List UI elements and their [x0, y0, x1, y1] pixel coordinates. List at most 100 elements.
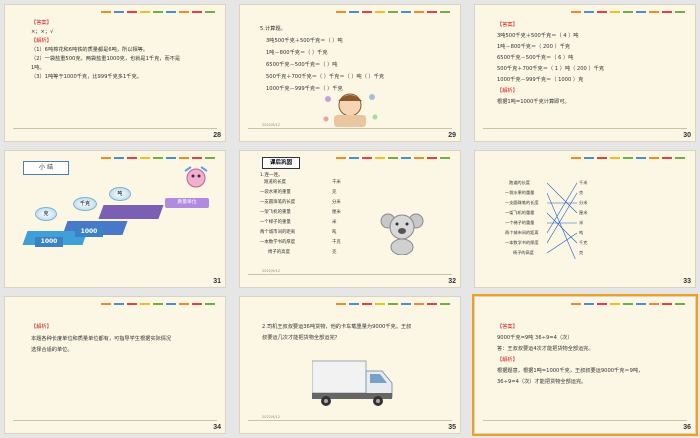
text-line: 1吨－800千克＝（ 200 ）千克 — [497, 44, 571, 50]
slide-number: 30 — [683, 132, 691, 139]
slide-thumbnail-28[interactable]: 【答案】 ×；×；√ 【解析】 （1）6吨棉花和6吨铁的质量都是6吨，所以相等。… — [4, 4, 226, 142]
text-line: 答：王叔叔要运4次才能把货物全部运完。 — [497, 346, 594, 352]
match-unit: 分米 — [332, 200, 341, 205]
match-item: 一架飞机的重量 — [505, 210, 535, 215]
footer-divider — [13, 128, 217, 129]
text-line: 6500千克－500千克＝（ ）吨 — [266, 62, 338, 68]
header-stripes — [336, 303, 450, 305]
match-item: 一个梯子的重量 — [505, 220, 535, 225]
unit-label-ton: 吨 — [109, 187, 131, 201]
text-line: 1000千克－999千克＝（ 1000 ）克 — [497, 77, 584, 83]
slide-thumbnail-33[interactable]: 跑道的长度 一袋水果的重量 一支圆珠笔的长度 一架飞机的重量 一个梯子的重量 两… — [474, 150, 696, 288]
slide-number: 31 — [213, 278, 221, 285]
match-unit: 米 — [579, 220, 584, 225]
match-unit: 千米 — [332, 180, 341, 185]
purple-step — [98, 205, 164, 219]
text-line: 根据1吨=1000千克计算即可。 — [497, 99, 570, 105]
homework-header: 课后巩固 — [262, 157, 300, 169]
text-line: （3）1吨等于1000千克，比999千克多1千克。 — [31, 74, 142, 80]
slide-number: 33 — [683, 278, 691, 285]
match-item: 一袋水果的重量 — [260, 190, 291, 195]
footer-divider — [483, 420, 687, 421]
slide-number: 28 — [213, 132, 221, 139]
text-line: 500千克＋700千克＝（ 1 ）吨（ 200 ）千克 — [497, 66, 605, 72]
slide-thumbnail-36[interactable]: 【答案】 9000千克=9吨 36÷9=4（次） 答：王叔叔要运4次才能把货物全… — [472, 294, 698, 436]
match-item: 一本数学书的厚度 — [505, 240, 539, 245]
match-unit: 克 — [579, 250, 584, 255]
slide-number: 32 — [448, 278, 456, 285]
header-stripes — [336, 11, 450, 13]
slide-number: 34 — [213, 424, 221, 431]
footer-divider — [13, 420, 217, 421]
slide-number: 29 — [448, 132, 456, 139]
slide-thumbnail-32[interactable]: 课后巩固 1.连一连。 跑道的长度 一袋水果的重量 一支圆珠笔的长度 一架飞机的… — [239, 150, 461, 288]
slide-thumbnail-29[interactable]: 5.计算题。 3吨500千克＋500千克＝（ ）吨 1吨－800千克＝（ ）千克… — [239, 4, 461, 142]
conversion-box-kg: 1000 — [75, 227, 103, 237]
match-item: 一支圆珠笔的长度 — [260, 200, 296, 205]
match-unit: 分米 — [579, 200, 588, 205]
header-stripes — [101, 303, 215, 305]
footer-divider — [248, 128, 452, 129]
match-item: 两个城市间的距离 — [505, 230, 539, 235]
text-line: （1）6吨棉花和6吨铁的质量都是6吨，所以相等。 — [31, 47, 148, 53]
text-line: 500千克＋700千克＝（ ）千克＝（ ）吨（ ）千克 — [266, 74, 385, 80]
match-unit: 千米 — [579, 180, 588, 185]
unit-label-g: 克 — [35, 207, 57, 221]
matching-lines — [547, 182, 578, 259]
text-line: 9000千克=9吨 36÷9=4（次） — [497, 335, 573, 341]
match-unit: 吨 — [332, 230, 337, 235]
match-item: 椅子的高度 — [268, 250, 290, 255]
koala-illustration — [380, 213, 424, 255]
summary-title: 小 结 — [23, 161, 69, 175]
match-item: 跑道的长度 — [264, 180, 286, 185]
match-item: 一支圆珠笔的长度 — [505, 200, 539, 205]
header-stripes — [101, 157, 215, 159]
match-unit: 厘米 — [579, 210, 588, 215]
match-unit: 米 — [332, 220, 337, 225]
text-line: （2）一袋盐重500克，两袋盐重1000克，也就是1千克，而不是 — [31, 56, 181, 62]
text-line: 1吨。 — [31, 65, 45, 71]
analysis-tag: 【解析】 — [31, 324, 52, 330]
slide-date: 2022/9/12 — [262, 415, 280, 419]
text-line: 选择合适的单位。 — [31, 347, 73, 353]
slide-thumbnail-34[interactable]: 【解析】 本题各种长度单位和质量单位都有，可指导学生根据实际情况 选择合适的单位… — [4, 296, 226, 434]
mass-unit-button: 质量单位 — [165, 198, 209, 208]
text-line: 本题各种长度单位和质量单位都有，可指导学生根据实际情况 — [31, 336, 172, 342]
match-item: 两个城市间的距离 — [260, 230, 296, 235]
cartoon-character-icon — [184, 166, 208, 188]
match-unit: 克 — [579, 190, 584, 195]
footer-divider — [483, 128, 687, 129]
answer-tag: 【答案】 — [31, 20, 52, 26]
footer-divider — [248, 420, 452, 421]
unit-label-kg: 千克 — [73, 197, 97, 211]
slide-number: 35 — [448, 424, 456, 431]
match-unit: 千克 — [579, 240, 588, 245]
match-item: 一袋水果的重量 — [505, 190, 535, 195]
text-line: 6500千克－500千克＝（ 6 ）吨 — [497, 55, 574, 61]
analysis-tag: 【解析】 — [497, 88, 518, 94]
slide-date: 2022/9/12 — [262, 269, 280, 273]
header-stripes — [571, 157, 685, 159]
text-line: 2.司机王叔叔要运36吨货物，他的卡车载重量为9000千克。王叔 — [262, 324, 412, 330]
slide-sorter-grid: 【答案】 ×；×；√ 【解析】 （1）6吨棉花和6吨铁的质量都是6吨，所以相等。… — [0, 0, 700, 438]
header-stripes — [571, 303, 685, 305]
text-line: 根据题意，根据1吨=1000千克，王叔叔要运9000千克＝9吨， — [497, 368, 644, 374]
answer-tag: 【答案】 — [497, 324, 518, 330]
match-unit: 千克 — [332, 240, 341, 245]
slide-thumbnail-30[interactable]: 【答案】 3吨500千克＋500千克＝（ 4 ）吨 1吨－800千克＝（ 200… — [474, 4, 696, 142]
conversion-box-g: 1000 — [35, 237, 63, 247]
slide-thumbnail-31[interactable]: 小 结 吨 千克 克 1000 1000 质量单位 31 — [4, 150, 226, 288]
match-item: 椅子的高度 — [513, 250, 534, 255]
slide-number: 36 — [683, 424, 691, 431]
analysis-tag: 【解析】 — [31, 38, 52, 44]
text-line: 36÷9=4（次）才能把货物全部运完。 — [497, 379, 587, 385]
slide-date: 2022/9/12 — [262, 123, 280, 127]
header-stripes — [101, 11, 215, 13]
text-line: 3吨500千克＋500千克＝（ ）吨 — [266, 38, 343, 44]
match-item: 一本数学书的厚度 — [260, 240, 296, 245]
footer-divider — [248, 274, 452, 275]
cartoon-girl-illustration — [323, 93, 378, 127]
match-unit: 克 — [332, 250, 337, 255]
match-unit: 吨 — [579, 230, 584, 235]
slide-thumbnail-35[interactable]: 2.司机王叔叔要运36吨货物，他的卡车载重量为9000千克。王叔 叔要运几次才能… — [239, 296, 461, 434]
